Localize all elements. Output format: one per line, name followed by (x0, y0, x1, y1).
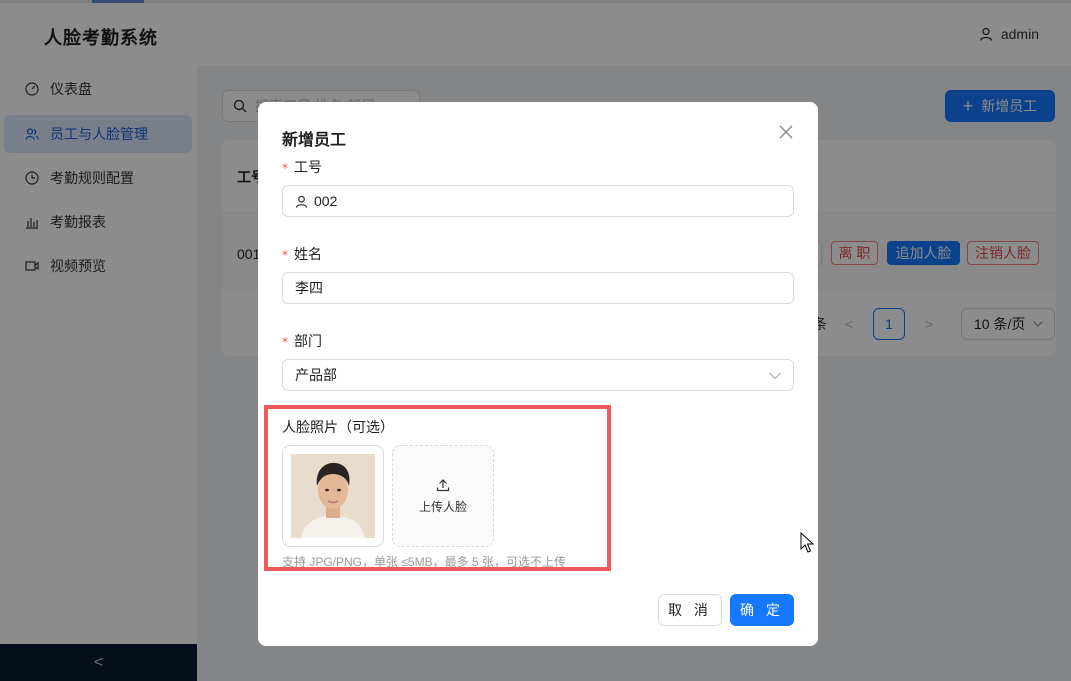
mouse-cursor-icon (800, 532, 814, 553)
field-label-dept: * 部门 (282, 333, 322, 349)
field-label-name: * 姓名 (282, 246, 322, 262)
employee-id-field[interactable]: 002 (282, 185, 794, 217)
cancel-button[interactable]: 取 消 (658, 594, 722, 626)
confirm-button[interactable]: 确 定 (730, 594, 794, 626)
department-value: 产品部 (295, 367, 337, 383)
modal-title: 新增员工 (282, 132, 347, 149)
field-label-id: * 工号 (282, 159, 322, 175)
employee-id-value: 002 (314, 193, 338, 209)
department-select[interactable]: 产品部 (282, 359, 794, 391)
user-icon (295, 195, 308, 208)
employee-name-field[interactable]: 李四 (282, 272, 794, 304)
chevron-down-icon (769, 372, 781, 380)
highlight-box (264, 405, 611, 571)
close-icon[interactable] (774, 120, 798, 144)
employee-name-value: 李四 (295, 280, 323, 296)
